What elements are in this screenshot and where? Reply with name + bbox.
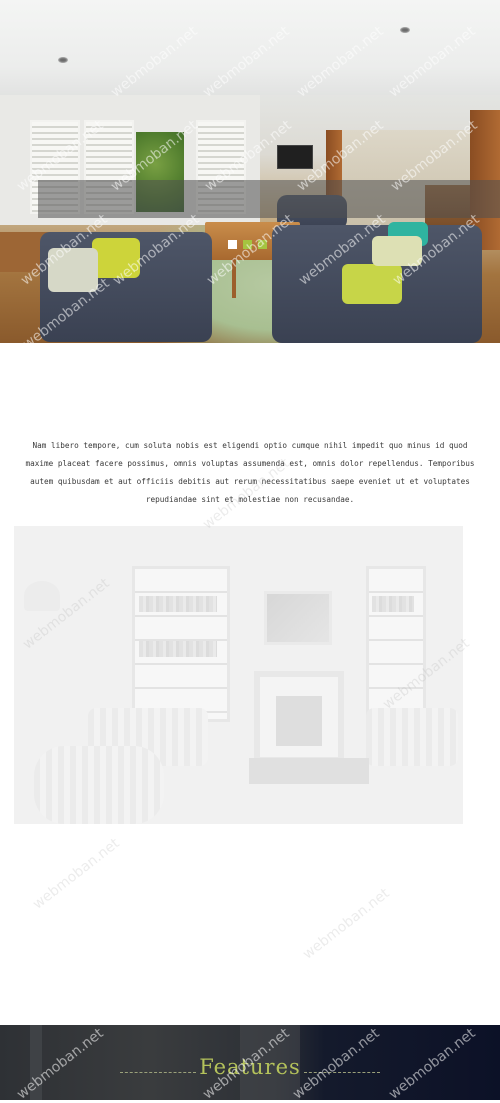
intro-paragraph: Nam libero tempore, cum soluta nobis est… (25, 440, 475, 504)
armchair (366, 708, 458, 766)
slider-dot-1[interactable] (228, 240, 237, 249)
hero-slider (0, 0, 500, 343)
living-room-image (14, 526, 463, 824)
watermark: webmoban.net (30, 835, 123, 913)
coffee-table (249, 758, 369, 784)
slider-dot-2[interactable] (243, 240, 252, 249)
slider-pagination (228, 240, 267, 249)
downlight (58, 57, 68, 63)
hero-caption-band (38, 180, 500, 218)
slider-dot-3[interactable] (258, 240, 267, 249)
hero-pillow (92, 238, 140, 278)
lamp (24, 581, 60, 611)
hero-tv (277, 145, 313, 169)
books (139, 641, 217, 657)
armchair (34, 746, 164, 824)
bookshelf (366, 566, 426, 722)
features-heading: Features (199, 1055, 301, 1079)
downlight (400, 27, 410, 33)
books (372, 596, 414, 612)
fireplace-opening (276, 696, 322, 746)
hero-pillow (48, 248, 98, 292)
watermark: webmoban.net (300, 885, 393, 963)
hero-table-leg (232, 258, 236, 298)
painting (264, 591, 332, 645)
books (139, 596, 217, 612)
hero-pillow (342, 264, 402, 304)
hero-ceiling (0, 0, 500, 95)
features-divider-right (304, 1072, 380, 1073)
hero-pillow (372, 236, 422, 266)
